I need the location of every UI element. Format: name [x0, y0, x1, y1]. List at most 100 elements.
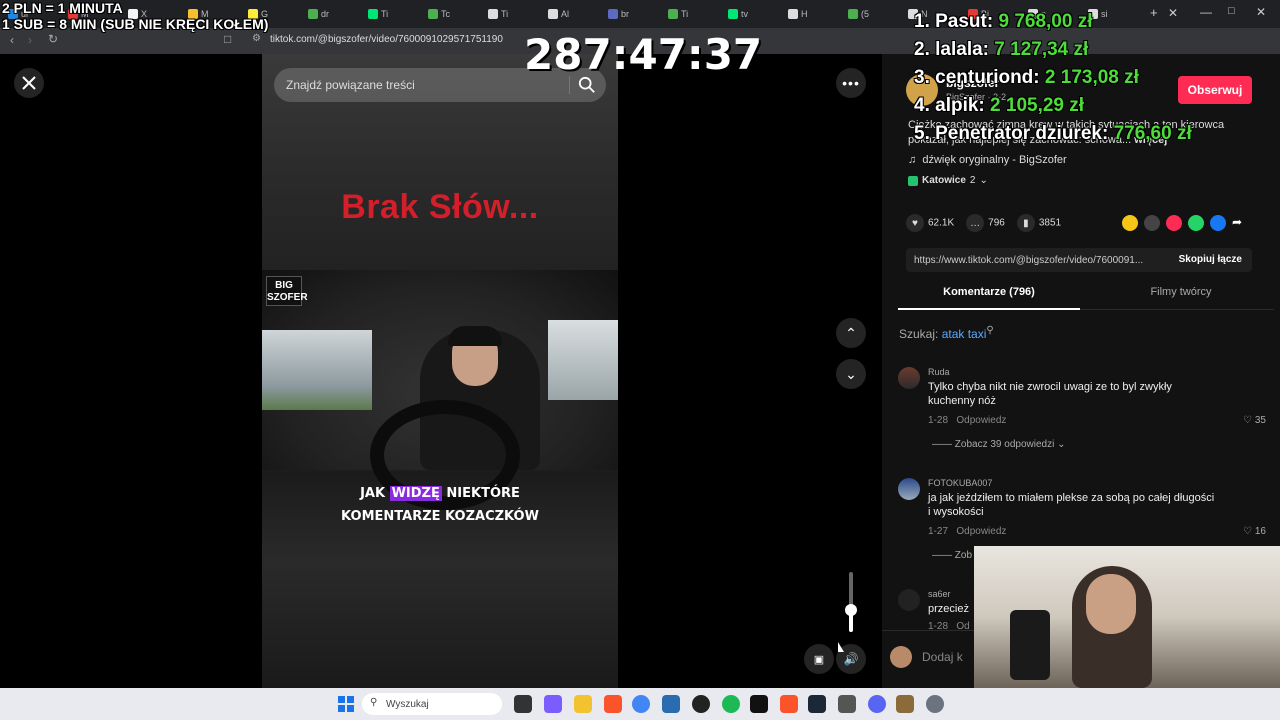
close-video-button[interactable]: [14, 68, 44, 98]
sound-info[interactable]: ♫ dźwięk oryginalny - BigSzofer: [908, 154, 1067, 166]
send-icon[interactable]: [1166, 215, 1182, 231]
embed-icon[interactable]: [1144, 215, 1160, 231]
mouse-cursor: [838, 642, 844, 652]
file-explorer-icon[interactable]: [574, 695, 592, 713]
copy-link-button[interactable]: Skopiuj łącze: [1179, 254, 1242, 265]
leaderboard-name: 4. alpik:: [914, 95, 985, 116]
comment-like-button[interactable]: ♡ 35: [1243, 415, 1266, 426]
share-arrow-icon[interactable]: ➦: [1232, 215, 1242, 231]
facebook-icon[interactable]: [1210, 215, 1226, 231]
caption-post: NIEKTÓRE: [441, 486, 520, 501]
windows-start-icon[interactable]: [338, 696, 354, 712]
save-button[interactable]: ▮ 3851: [1016, 214, 1062, 232]
tab-comments[interactable]: Komentarze (796): [898, 286, 1080, 310]
search-icon: ⚲: [370, 697, 378, 708]
comment-user[interactable]: FOTOKUBA007: [928, 478, 992, 488]
bookmark-icon[interactable]: □: [224, 32, 231, 46]
steam-icon[interactable]: [808, 695, 826, 713]
tab-label: dr: [321, 9, 330, 19]
brave-icon[interactable]: [604, 695, 622, 713]
location-name: Katowice: [922, 175, 966, 186]
reload-icon[interactable]: ↻: [48, 32, 58, 46]
donation-line-1: 2 PLN = 1 MINUTA: [2, 0, 123, 16]
browser-tab[interactable]: Ti: [368, 6, 400, 22]
add-comment-field[interactable]: Dodaj k: [890, 640, 980, 674]
tab-label: H: [801, 9, 808, 19]
copilot-icon[interactable]: [544, 695, 562, 713]
avatar[interactable]: [898, 367, 920, 389]
brave-icon-2[interactable]: [780, 695, 798, 713]
add-comment-placeholder: Dodaj k: [922, 650, 963, 664]
like-button[interactable]: ♥ 62.1K: [906, 214, 954, 232]
repost-icon[interactable]: [1122, 215, 1138, 231]
tab-creator-videos[interactable]: Filmy twórcy: [1088, 286, 1274, 298]
next-video-button[interactable]: ⌄: [836, 359, 866, 389]
store-icon[interactable]: [662, 695, 680, 713]
location-count: 2: [969, 175, 976, 186]
tab-label: (5: [861, 9, 870, 19]
close-window-icon[interactable]: ✕: [1256, 5, 1266, 19]
previous-video-button[interactable]: ⌃: [836, 318, 866, 348]
browser-tab[interactable]: Ti: [668, 6, 700, 22]
site-settings-icon[interactable]: ⚙: [252, 33, 261, 44]
tab-favicon-icon: [308, 9, 318, 19]
task-view-icon[interactable]: [514, 695, 532, 713]
car-window-right: [548, 320, 618, 400]
comment-like-button[interactable]: ♡ 16: [1243, 526, 1266, 537]
reply-button[interactable]: Odpowiedz: [956, 526, 1006, 537]
whatsapp-icon[interactable]: [1188, 215, 1204, 231]
heart-icon: ♥: [906, 214, 924, 232]
close-icon: [22, 76, 36, 90]
browser-tab[interactable]: Ti: [488, 6, 520, 22]
location-icon: [908, 175, 918, 186]
minimize-icon[interactable]: —: [1200, 5, 1212, 19]
donation-leaderboard: 1. Pasut: 9 768,00 zł 2. lalala: 7 127,3…: [914, 8, 1192, 148]
stream-timer: 287:47:37: [524, 30, 763, 79]
comment-button[interactable]: … 796: [966, 214, 1005, 232]
comment-user[interactable]: sa6er: [928, 589, 951, 599]
leaderboard-name: 2. lalala:: [914, 39, 989, 60]
browser-tab[interactable]: tv: [728, 6, 760, 22]
video-link-box[interactable]: https://www.tiktok.com/@bigszofer/video/…: [906, 248, 1252, 272]
avatar[interactable]: [898, 478, 920, 500]
search-prefix: Szukaj:: [899, 327, 939, 341]
chevron-down-icon: ⌄: [1057, 439, 1066, 450]
app-icon[interactable]: [750, 695, 768, 713]
browser-tab[interactable]: (5: [848, 6, 880, 22]
chrome-icon[interactable]: [632, 695, 650, 713]
browser-tab[interactable]: br: [608, 6, 640, 22]
save-count: 3851: [1038, 217, 1062, 229]
reply-button[interactable]: Odpowiedz: [956, 415, 1006, 426]
video-headline: Brak Słów...: [341, 188, 539, 226]
obs-icon[interactable]: [692, 695, 710, 713]
discord-icon[interactable]: [868, 695, 886, 713]
browser-tab[interactable]: Al: [548, 6, 580, 22]
avatar[interactable]: [898, 589, 920, 611]
calculator-icon[interactable]: [838, 695, 856, 713]
comment-user[interactable]: Ruda: [928, 367, 950, 377]
caption-line-1: JAK WIDZĘ NIEKTÓRE: [262, 482, 618, 505]
url-text[interactable]: tiktok.com/@bigszofer/video/760009102957…: [270, 34, 503, 45]
maximize-icon[interactable]: □: [1228, 5, 1235, 17]
tab-favicon-icon: [668, 9, 678, 19]
forward-icon[interactable]: ›: [28, 33, 32, 47]
avatar: [890, 646, 912, 668]
driver-cap: [448, 326, 502, 346]
back-icon[interactable]: ‹: [10, 33, 14, 47]
app-icon-2[interactable]: [896, 695, 914, 713]
location-tag[interactable]: Katowice 2 ⌄: [908, 175, 988, 186]
view-replies-label: Zob: [954, 550, 973, 561]
view-replies-button[interactable]: —— Zobacz 39 odpowiedzi ⌄: [932, 439, 1065, 450]
browser-tab[interactable]: H: [788, 6, 820, 22]
spotify-icon[interactable]: [722, 695, 740, 713]
view-replies-button[interactable]: —— Zob: [932, 550, 972, 561]
taskbar-search[interactable]: ⚲ Wyszukaj: [362, 693, 502, 715]
more-options-button[interactable]: •••: [836, 68, 866, 98]
picture-in-picture-button[interactable]: ▣: [804, 644, 834, 674]
browser-tab[interactable]: dr: [308, 6, 340, 22]
browser-tab[interactable]: Tc: [428, 6, 460, 22]
settings-icon[interactable]: [926, 695, 944, 713]
search-suggestion[interactable]: Szukaj: atak taxi⚲: [899, 325, 994, 341]
volume-slider-handle[interactable]: [845, 604, 857, 616]
leaderboard-amount: 9 768,00 zł: [998, 11, 1093, 32]
